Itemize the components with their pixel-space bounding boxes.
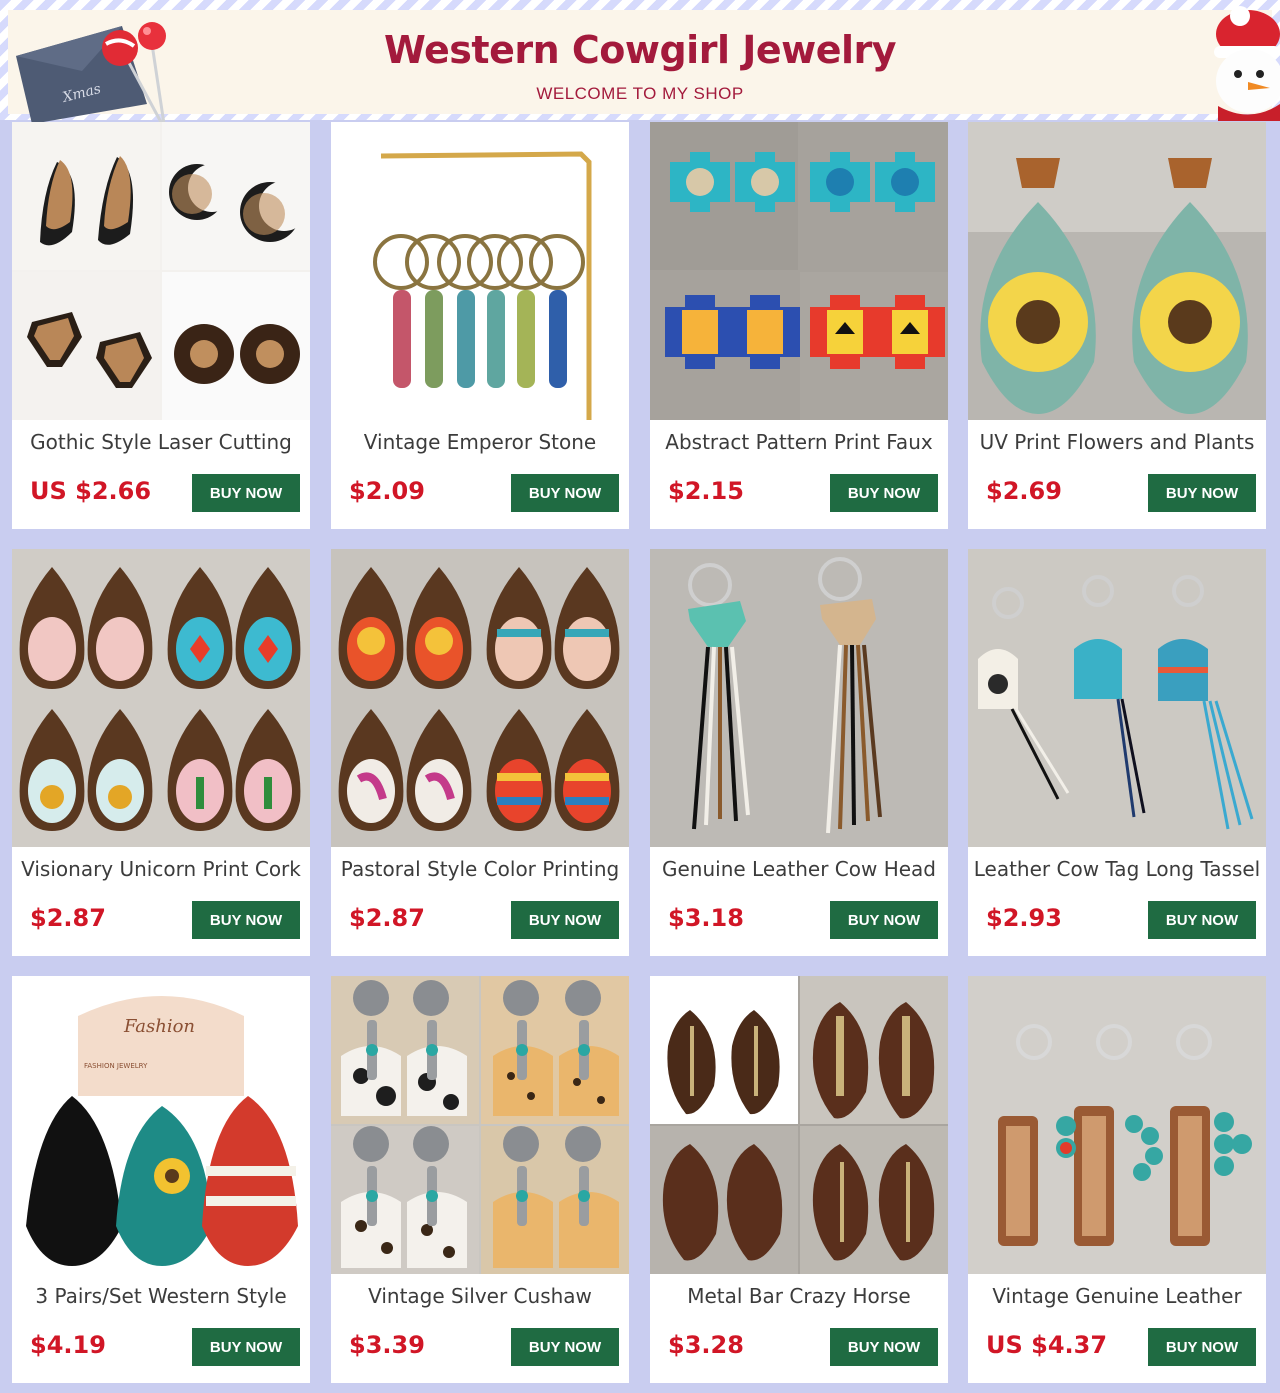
product-price: $4.19: [30, 1331, 106, 1359]
shop-title: Western Cowgirl Jewelry: [383, 28, 897, 72]
product-card[interactable]: Vintage Genuine Leather US $4.37 BUY NOW: [968, 976, 1266, 1383]
fashion-tag-text: FASHION JEWELRY: [84, 1062, 148, 1070]
product-card[interactable]: Visionary Unicorn Print Cork $2.87 BUY N…: [12, 549, 310, 956]
product-card[interactable]: Genuine Leather Cow Head $3.18 BUY NOW: [650, 549, 948, 956]
product-card[interactable]: UV Print Flowers and Plants $2.69 BUY NO…: [968, 122, 1266, 529]
product-image-leather-leaf-earrings[interactable]: [650, 976, 948, 1274]
product-price: $2.87: [30, 904, 106, 932]
product-price: $2.09: [349, 477, 425, 505]
shop-banner: Xmas Western Cowgirl Jewelry WELCOME TO …: [0, 0, 1280, 125]
product-card[interactable]: Fashion FASHION JEWELRY 3 Pairs/Set West…: [12, 976, 310, 1383]
product-image-cow-head-tassel-keychains[interactable]: [650, 549, 948, 847]
product-price: $2.93: [986, 904, 1062, 932]
product-price: $3.39: [349, 1331, 425, 1359]
product-title[interactable]: UV Print Flowers and Plants: [972, 430, 1262, 458]
product-image-stone-bead-hoops[interactable]: [331, 122, 629, 420]
product-image-sunset-teardrop-earrings[interactable]: [331, 549, 629, 847]
product-image-tooled-leather-keychains[interactable]: [968, 976, 1266, 1274]
buy-now-button[interactable]: BUY NOW: [192, 1328, 300, 1366]
buy-now-button[interactable]: BUY NOW: [511, 474, 619, 512]
product-image-sunflower-teardrops[interactable]: [968, 122, 1266, 420]
product-title[interactable]: Pastoral Style Color Printing: [335, 857, 625, 885]
shop-subtitle: WELCOME TO MY SHOP: [536, 84, 744, 103]
product-image-cork-teardrop-earrings[interactable]: [12, 549, 310, 847]
product-price: US $2.66: [30, 477, 152, 505]
product-title[interactable]: Abstract Pattern Print Faux: [654, 430, 944, 458]
product-price: $3.18: [668, 904, 744, 932]
buy-now-button[interactable]: BUY NOW: [511, 1328, 619, 1366]
product-price: $2.15: [668, 477, 744, 505]
buy-now-button[interactable]: BUY NOW: [830, 474, 938, 512]
buy-now-button[interactable]: BUY NOW: [1148, 1328, 1256, 1366]
product-price: $2.87: [349, 904, 425, 932]
buy-now-button[interactable]: BUY NOW: [192, 474, 300, 512]
product-image-concho-cactus-earrings[interactable]: [331, 976, 629, 1274]
product-price: $3.28: [668, 1331, 744, 1359]
banner-panel: Xmas Western Cowgirl Jewelry WELCOME TO …: [8, 10, 1272, 125]
product-title[interactable]: Metal Bar Crazy Horse: [654, 1284, 944, 1312]
buy-now-button[interactable]: BUY NOW: [192, 901, 300, 939]
product-image-cow-tag-tassel-keychains[interactable]: [968, 549, 1266, 847]
product-title[interactable]: Genuine Leather Cow Head: [654, 857, 944, 885]
product-price: $2.69: [986, 477, 1062, 505]
product-image-laser-cut-earrings[interactable]: [12, 122, 310, 420]
buy-now-button[interactable]: BUY NOW: [830, 901, 938, 939]
buy-now-button[interactable]: BUY NOW: [1148, 901, 1256, 939]
product-title[interactable]: Vintage Emperor Stone: [335, 430, 625, 458]
product-card[interactable]: Vintage Emperor Stone $2.09 BUY NOW: [331, 122, 629, 529]
product-title[interactable]: Gothic Style Laser Cutting: [16, 430, 306, 458]
buy-now-button[interactable]: BUY NOW: [1148, 474, 1256, 512]
buy-now-button[interactable]: BUY NOW: [830, 1328, 938, 1366]
product-card[interactable]: Abstract Pattern Print Faux $2.15 BUY NO…: [650, 122, 948, 529]
product-image-fashion-card-earring-set[interactable]: Fashion FASHION JEWELRY: [12, 976, 310, 1274]
product-title[interactable]: Visionary Unicorn Print Cork: [16, 857, 306, 885]
product-title[interactable]: Vintage Silver Cushaw: [335, 1284, 625, 1312]
buy-now-button[interactable]: BUY NOW: [511, 901, 619, 939]
product-price: US $4.37: [986, 1331, 1108, 1359]
product-card[interactable]: Vintage Silver Cushaw $3.39 BUY NOW: [331, 976, 629, 1383]
snowman-icon: [1214, 6, 1280, 121]
product-title[interactable]: Leather Cow Tag Long Tassel: [972, 857, 1262, 885]
fashion-card-text: Fashion: [123, 1016, 195, 1037]
product-card[interactable]: Metal Bar Crazy Horse $3.28 BUY NOW: [650, 976, 948, 1383]
product-image-aztec-cross-earrings[interactable]: [650, 122, 948, 420]
product-title[interactable]: 3 Pairs/Set Western Style: [16, 1284, 306, 1312]
product-title[interactable]: Vintage Genuine Leather: [972, 1284, 1262, 1312]
product-card[interactable]: Leather Cow Tag Long Tassel $2.93 BUY NO…: [968, 549, 1266, 956]
product-card[interactable]: Gothic Style Laser Cutting US $2.66 BUY …: [12, 122, 310, 529]
product-card[interactable]: Pastoral Style Color Printing $2.87 BUY …: [331, 549, 629, 956]
